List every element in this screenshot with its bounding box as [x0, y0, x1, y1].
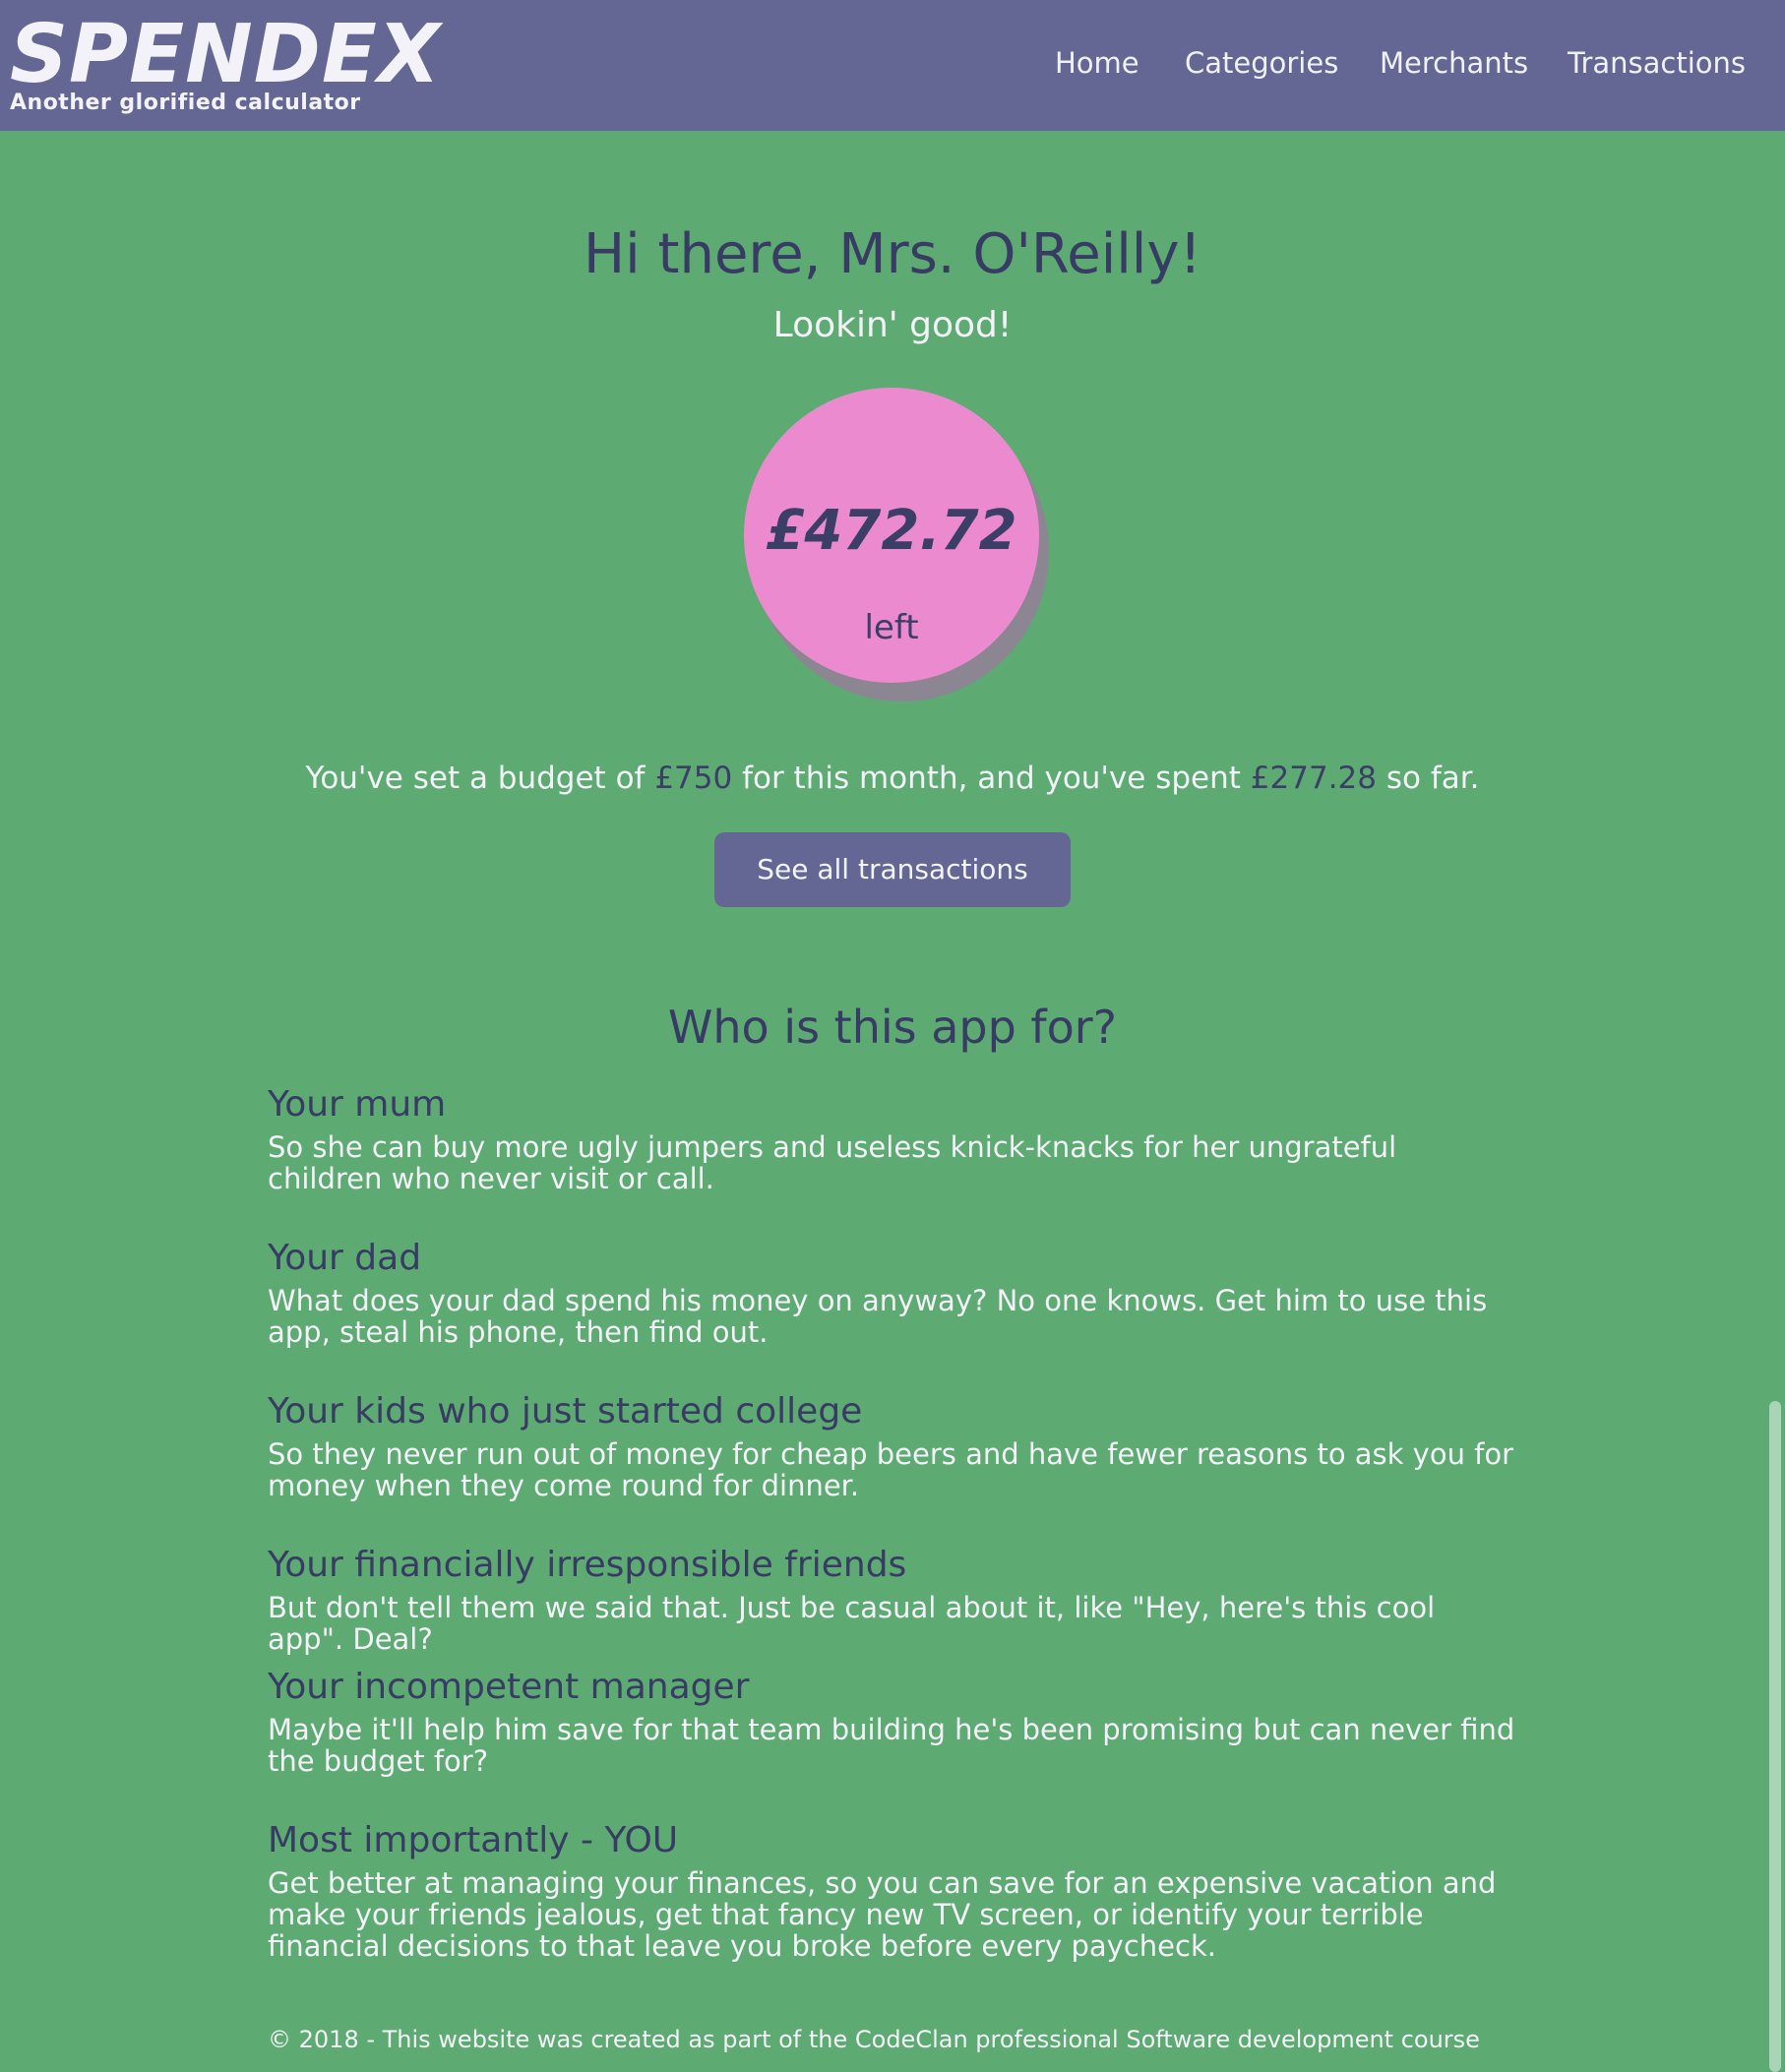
audience-item-dad: Your dad What does your dad spend his mo… [268, 1236, 1517, 1348]
audience-item-friends: Your financially irresponsible friends B… [268, 1543, 1517, 1655]
audience-description: So they never run out of money for cheap… [268, 1437, 1514, 1502]
audience-heading: Your incompetent manager [268, 1667, 750, 1707]
audience-description: Get better at managing your finances, so… [268, 1866, 1497, 1963]
audience-description: Maybe it'll help him save for that team … [268, 1713, 1515, 1778]
nav-merchants-link[interactable]: Merchants [1380, 41, 1528, 85]
audience-description: So she can buy more ugly jumpers and use… [268, 1130, 1397, 1195]
audience-heading: Your financially irresponsible friends [268, 1545, 907, 1585]
see-all-transactions-button[interactable]: See all transactions [714, 832, 1071, 907]
greeting-heading: Hi there, Mrs. O'Reilly! [584, 222, 1201, 286]
audience-description: What does your dad spend his money on an… [268, 1284, 1488, 1349]
audience-description: But don't tell them we said that. Just b… [268, 1591, 1436, 1656]
nav-transactions-link[interactable]: Transactions [1568, 41, 1746, 85]
audience-heading: Your mum [268, 1084, 447, 1125]
tagline: Another glorified calculator [10, 91, 361, 115]
scrollbar-thumb[interactable] [1769, 1401, 1781, 2072]
audience-heading: Your dad [268, 1238, 422, 1278]
budget-text-3: so far. [1385, 761, 1480, 796]
site-header: SPENDEX Another glorified calculator Hom… [0, 0, 1785, 131]
audience-heading: Your kids who just started college [268, 1391, 863, 1432]
budget-summary: You've set a budget of £750 for this mon… [0, 756, 1785, 801]
remaining-amount: £472.72 [766, 499, 1017, 563]
footer-text: © 2018 - This website was created as par… [268, 2026, 1480, 2053]
nav-home-link[interactable]: Home [1055, 41, 1139, 85]
audience-item-manager: Your incompetent manager Maybe it'll hel… [268, 1665, 1517, 1777]
spent-amount: £277.28 [1250, 761, 1377, 796]
remaining-label: left [864, 608, 919, 647]
audience-item-mum: Your mum So she can buy more ugly jumper… [268, 1082, 1517, 1194]
budget-text-2: for this month, and you've spent [742, 761, 1241, 796]
about-section-title: Who is this app for? [667, 1001, 1118, 1054]
budget-text-1: You've set a budget of [305, 761, 646, 796]
nav-categories-link[interactable]: Categories [1185, 41, 1338, 85]
status-message: Lookin' good! [772, 305, 1013, 345]
audience-heading: Most importantly - YOU [268, 1820, 679, 1860]
audience-item-you: Most importantly - YOU Get better at man… [268, 1818, 1517, 1962]
audience-item-kids: Your kids who just started college So th… [268, 1389, 1517, 1501]
budget-amount: £750 [654, 761, 733, 796]
